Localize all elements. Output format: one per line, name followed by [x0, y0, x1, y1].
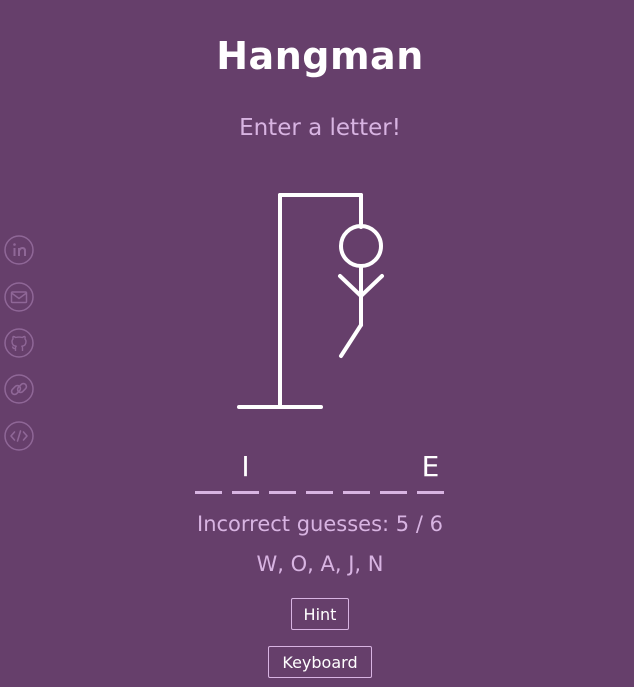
- slot-dash: [195, 491, 222, 494]
- slot-letter: E: [421, 450, 440, 483]
- letter-slot: [301, 448, 338, 494]
- hint-button[interactable]: Hint: [291, 598, 349, 630]
- slot-dash: [306, 491, 333, 494]
- incorrect-label: Incorrect guesses:: [197, 512, 390, 536]
- hangman-drawing: [237, 193, 384, 409]
- slot-dash: [232, 491, 259, 494]
- keyboard-button[interactable]: Keyboard: [268, 646, 372, 678]
- linkedin-icon[interactable]: [4, 235, 34, 265]
- letter-slot: [190, 448, 227, 494]
- slot-dash: [380, 491, 407, 494]
- letter-slot: E: [412, 448, 449, 494]
- incorrect-separator: /: [415, 512, 423, 536]
- slot-dash: [343, 491, 370, 494]
- incorrect-count: 5: [395, 512, 410, 536]
- slot-dash: [417, 491, 444, 494]
- word-display: I E: [190, 448, 449, 494]
- guessed-letters: W, O, A, J, N: [256, 552, 384, 576]
- letter-slot: [264, 448, 301, 494]
- letter-slot: [375, 448, 412, 494]
- incorrect-max: 6: [429, 512, 443, 536]
- incorrect-guesses: Incorrect guesses: 5 / 6: [0, 512, 634, 536]
- hangman-left-arm: [338, 274, 363, 298]
- slot-letter: I: [241, 450, 250, 483]
- slot-dash: [269, 491, 296, 494]
- hangman-left-leg: [339, 323, 363, 358]
- letter-slot: [338, 448, 375, 494]
- code-icon[interactable]: [4, 421, 34, 451]
- github-icon[interactable]: [4, 328, 34, 358]
- letter-slot: I: [227, 448, 264, 494]
- hangman-head: [339, 224, 383, 268]
- link-icon[interactable]: [4, 374, 34, 404]
- email-icon[interactable]: [4, 282, 34, 312]
- hangman-right-arm: [359, 274, 384, 298]
